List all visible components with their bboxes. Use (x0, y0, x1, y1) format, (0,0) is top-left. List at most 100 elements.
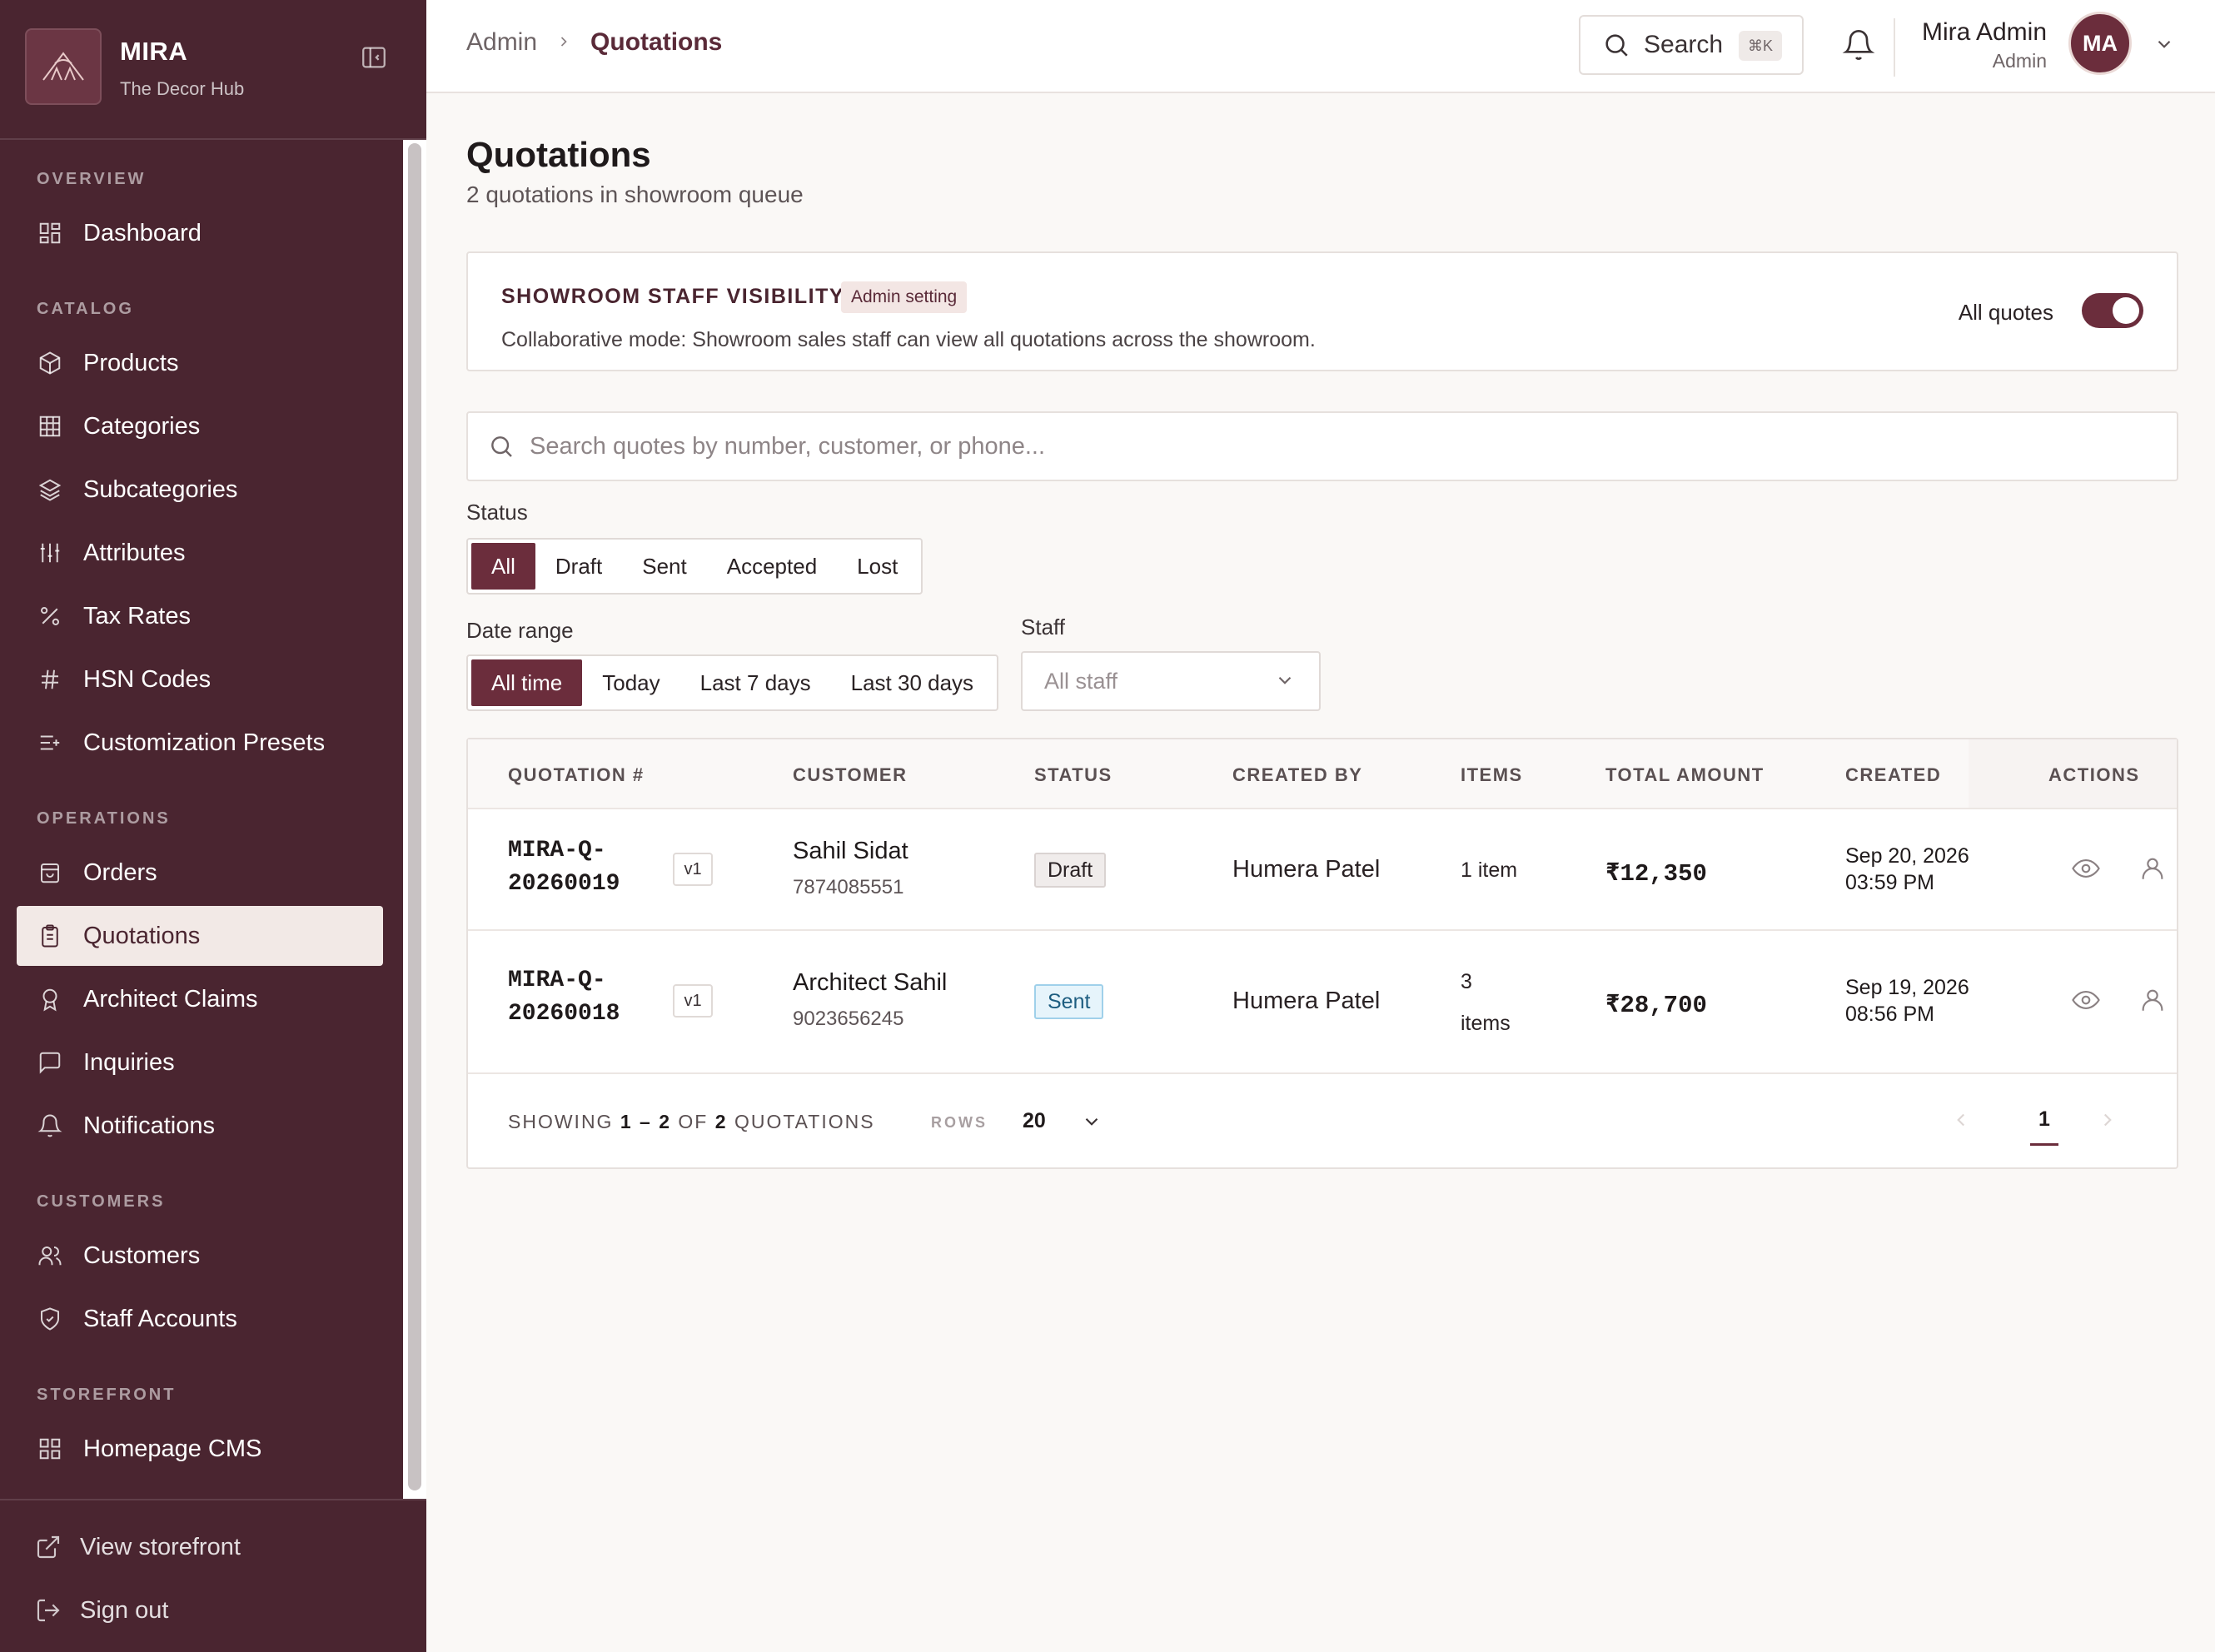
sidebar-item-quotations[interactable]: Quotations (17, 906, 383, 966)
chevron-right-icon[interactable] (2097, 1109, 2120, 1132)
sidebar-item-customization-presets[interactable]: Customization Presets (17, 713, 383, 773)
chevron-down-icon[interactable] (1081, 1111, 1104, 1134)
brand-name: MIRA (120, 37, 188, 66)
notifications-bell-icon[interactable] (1842, 28, 1879, 65)
brand-logo (25, 28, 102, 105)
sidebar-item-orders[interactable]: Orders (17, 843, 383, 903)
status-option-accepted[interactable]: Accepted (707, 543, 837, 590)
rows-per-page-select[interactable]: 20 (1023, 1109, 1046, 1133)
sign-out-button[interactable]: Sign out (33, 1585, 168, 1635)
date-option-last-30-days[interactable]: Last 30 days (831, 659, 993, 706)
status-option-all[interactable]: All (471, 543, 535, 590)
visibility-title: SHOWROOM STAFF VISIBILITY (501, 285, 845, 308)
toggle-knob (2113, 297, 2139, 324)
col-total-amount: TOTAL AMOUNT (1605, 764, 1765, 785)
main-content: Quotations 2 quotations in showroom queu… (426, 93, 2215, 1652)
nav-section-storefront: STOREFRONT (37, 1386, 177, 1404)
sidebar-item-label: Categories (83, 412, 201, 440)
breadcrumb-current: Quotations (590, 28, 723, 56)
sidebar-item-label: Homepage CMS (83, 1435, 262, 1462)
showing-summary: SHOWING 1 – 2 OF 2 QUOTATIONS (508, 1111, 875, 1133)
list-plus-icon (37, 729, 63, 756)
staff-select-value: All staff (1044, 668, 1118, 694)
page-number[interactable]: 1 (2030, 1104, 2058, 1146)
status-option-sent[interactable]: Sent (622, 543, 707, 590)
created-date: Sep 20, 2026 03:59 PM (1845, 843, 1969, 896)
sidebar-item-tax-rates[interactable]: Tax Rates (17, 586, 383, 646)
showing-prefix: SHOWING (508, 1111, 614, 1132)
sidebar-item-dashboard[interactable]: Dashboard (17, 203, 383, 263)
chevron-down-icon[interactable] (2153, 33, 2177, 57)
total-count: 2 (714, 1111, 728, 1132)
sidebar-item-staff-accounts[interactable]: Staff Accounts (17, 1289, 383, 1349)
sidebar: MIRA The Decor Hub OVERVIEW Dashboard CA… (0, 0, 426, 1652)
quotation-number-part: MIRA-Q- (508, 968, 606, 993)
customer-name: Architect Sahil (793, 969, 948, 996)
created-by: Humera Patel (1232, 856, 1381, 883)
user-name: Mira Admin (1921, 18, 2047, 46)
sidebar-item-notifications[interactable]: Notifications (17, 1096, 383, 1156)
sidebar-item-label: Tax Rates (83, 602, 191, 629)
sidebar-scrollbar[interactable] (403, 140, 426, 1499)
brand-subtitle: The Decor Hub (120, 78, 245, 99)
all-quotes-toggle[interactable] (2082, 293, 2143, 328)
status-option-draft[interactable]: Draft (535, 543, 622, 590)
sidebar-item-label: Staff Accounts (83, 1305, 237, 1332)
col-created-by: CREATED BY (1232, 764, 1363, 785)
quotation-number[interactable]: MIRA-Q- 20260019 (508, 834, 620, 901)
status-badge: Draft (1034, 853, 1107, 888)
view-storefront-label: View storefront (80, 1533, 241, 1560)
quotation-number[interactable]: MIRA-Q- 20260018 (508, 964, 620, 1031)
breadcrumb-admin[interactable]: Admin (466, 28, 537, 57)
visibility-description: Collaborative mode: Showroom sales staff… (501, 328, 1316, 351)
chevron-left-icon[interactable] (1950, 1109, 1974, 1132)
sidebar-item-customers[interactable]: Customers (17, 1226, 383, 1286)
sidebar-item-inquiries[interactable]: Inquiries (17, 1032, 383, 1092)
users-icon (37, 1242, 63, 1269)
sidebar-item-categories[interactable]: Categories (17, 396, 383, 456)
table-row[interactable]: MIRA-Q- 20260018 v1 Architect Sahil 9023… (468, 931, 2177, 1074)
layers-icon (37, 476, 63, 503)
col-items: ITEMS (1461, 764, 1523, 785)
version-badge: v1 (673, 984, 713, 1018)
avatar[interactable]: MA (2068, 12, 2132, 75)
sidebar-item-architect-claims[interactable]: Architect Claims (17, 969, 383, 1029)
clipboard-icon (37, 923, 63, 949)
nav-section-catalog: CATALOG (37, 300, 134, 318)
total-amount: ₹12,350 (1605, 860, 1707, 888)
staff-select[interactable]: All staff (1021, 651, 1321, 711)
status-option-lost[interactable]: Lost (837, 543, 918, 590)
log-out-icon (33, 1595, 63, 1625)
search-icon (488, 433, 515, 460)
sidebar-item-subcategories[interactable]: Subcategories (17, 460, 383, 520)
date-option-today[interactable]: Today (582, 659, 679, 706)
created-date-time: 03:59 PM (1845, 871, 1935, 894)
box-icon (37, 350, 63, 376)
user-icon[interactable] (2138, 854, 2168, 884)
sidebar-item-hsn-codes[interactable]: HSN Codes (17, 649, 383, 709)
breadcrumb: Admin Quotations (466, 28, 722, 57)
eye-icon[interactable] (2072, 986, 2102, 1016)
sidebar-item-label: Quotations (83, 922, 201, 949)
sidebar-item-homepage-cms[interactable]: Homepage CMS (17, 1419, 383, 1479)
admin-setting-badge: Admin setting (841, 281, 968, 313)
quotes-search-input[interactable] (530, 432, 2112, 460)
quotes-search-field[interactable] (466, 411, 2178, 481)
scrollbar-thumb[interactable] (408, 143, 421, 1490)
eye-icon[interactable] (2072, 854, 2102, 884)
date-range-filter: All time Today Last 7 days Last 30 days (466, 654, 999, 711)
date-option-last-7-days[interactable]: Last 7 days (680, 659, 831, 706)
date-option-all-time[interactable]: All time (471, 659, 583, 706)
sidebar-item-products[interactable]: Products (17, 333, 383, 393)
sidebar-item-label: Products (83, 349, 179, 376)
view-storefront-link[interactable]: View storefront (33, 1522, 241, 1572)
total-amount: ₹28,700 (1605, 992, 1707, 1019)
topbar: Admin Quotations Search ⌘K Mira Admin Ad… (426, 0, 2215, 93)
table-row[interactable]: MIRA-Q- 20260019 v1 Sahil Sidat 78740855… (468, 809, 2177, 931)
created-date-time: 08:56 PM (1845, 1003, 1935, 1026)
showing-suffix: QUOTATIONS (734, 1111, 875, 1132)
global-search-button[interactable]: Search ⌘K (1579, 15, 1804, 75)
sidebar-collapse-icon[interactable] (360, 43, 388, 73)
user-icon[interactable] (2138, 986, 2168, 1016)
sidebar-item-attributes[interactable]: Attributes (17, 523, 383, 583)
